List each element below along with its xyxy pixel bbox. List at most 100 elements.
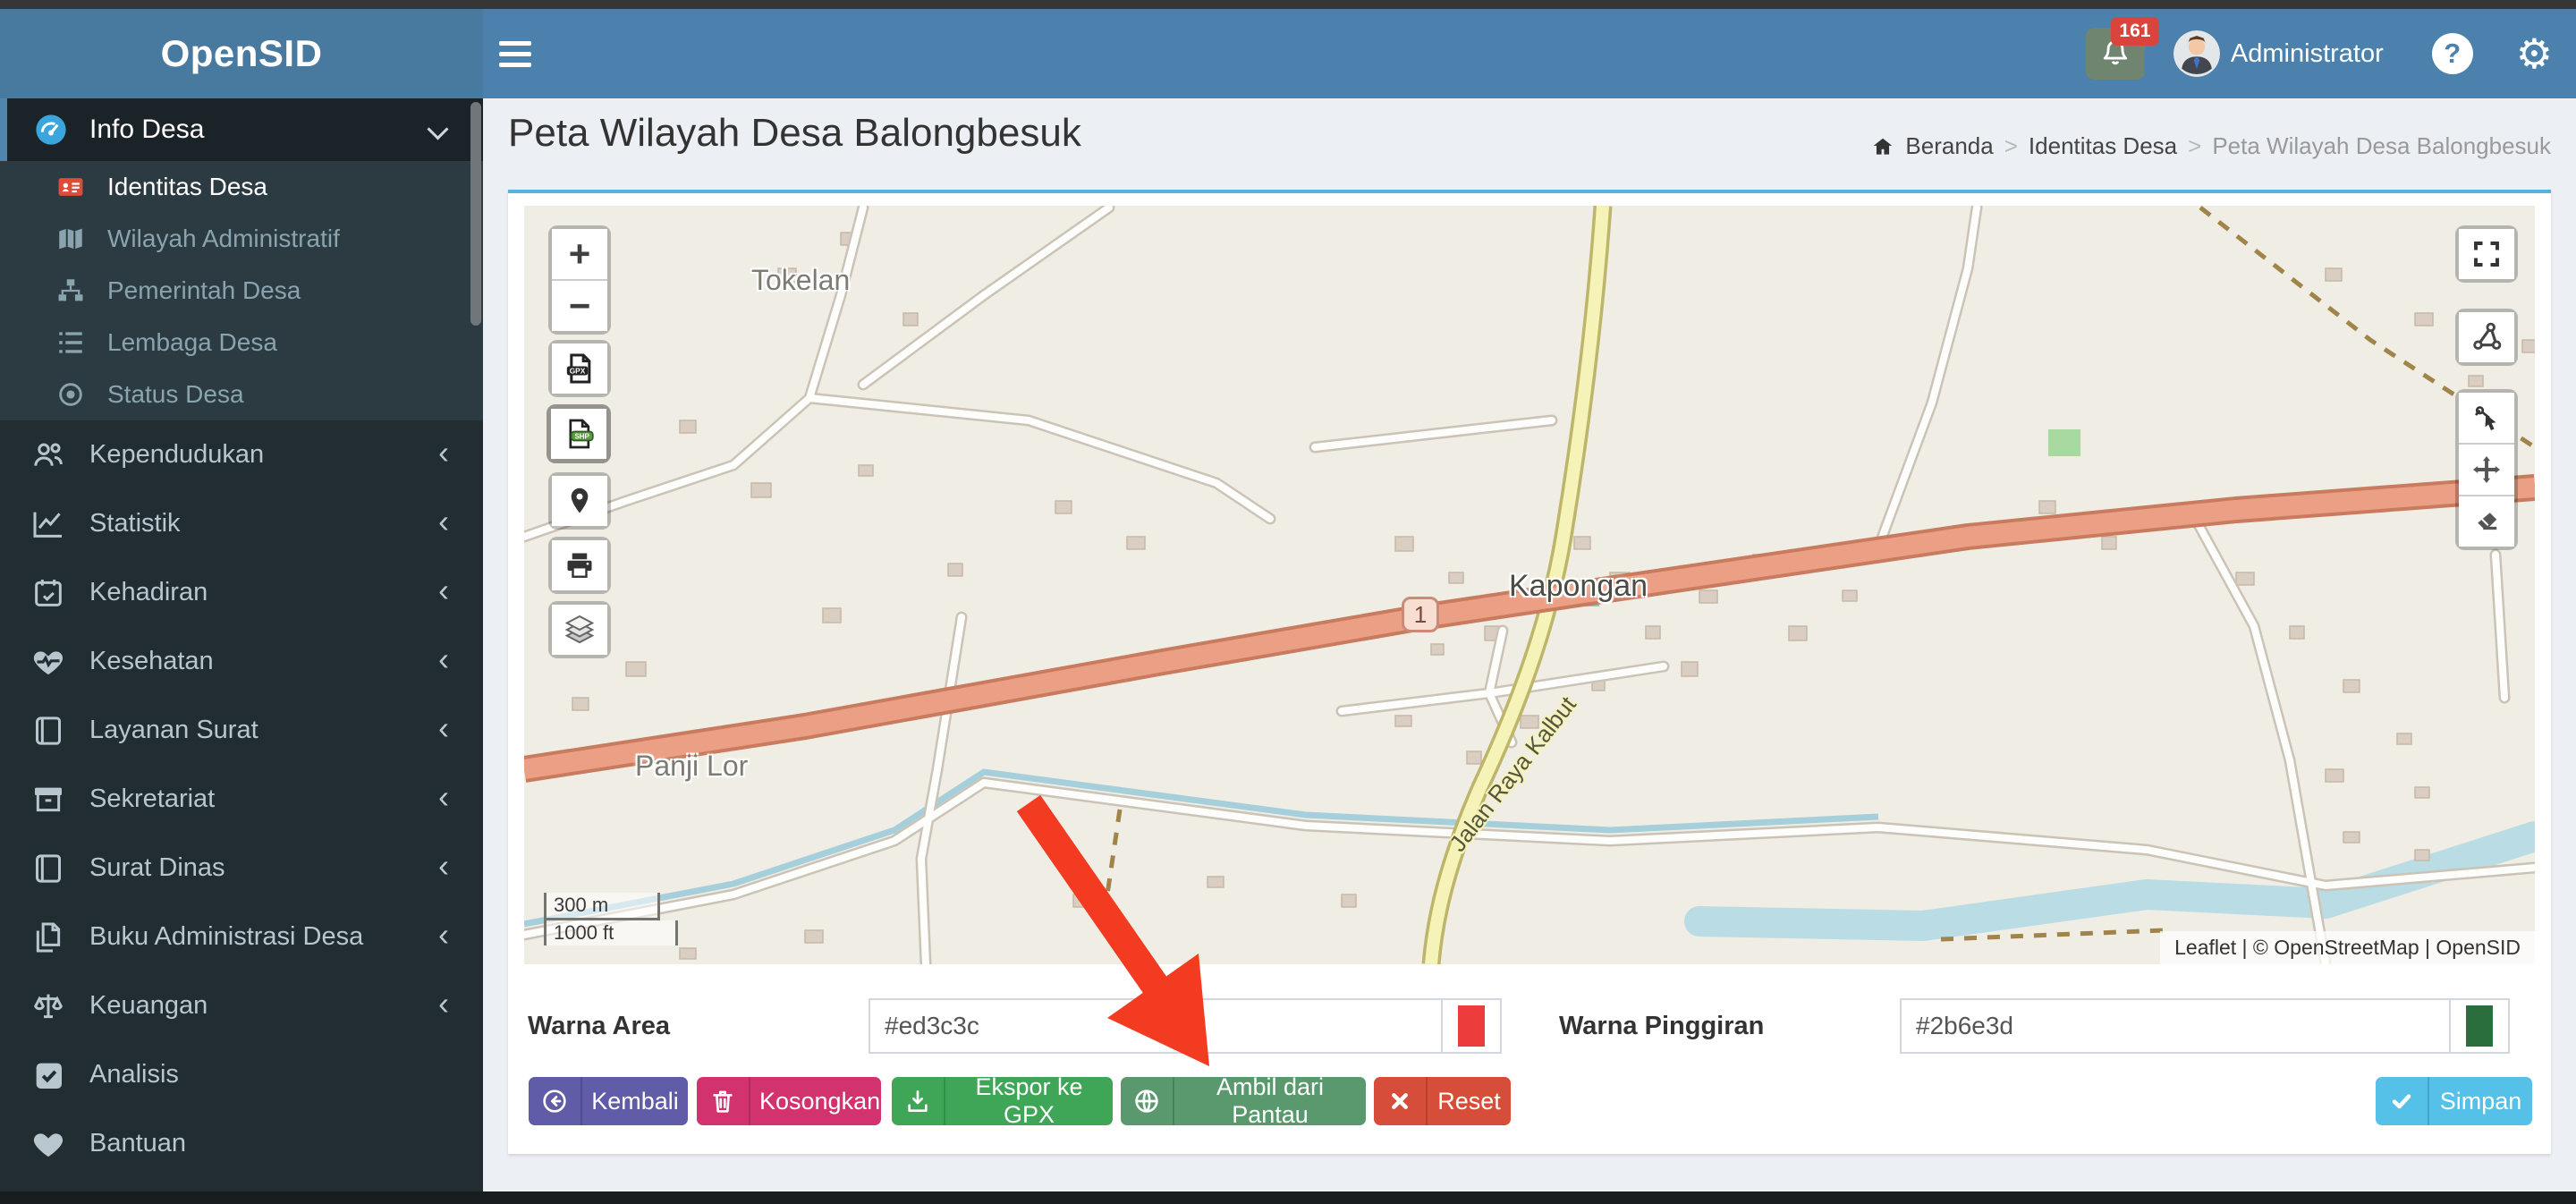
sidebar-item-layanan-surat[interactable]: Layanan Surat ‹ <box>0 696 483 765</box>
import-shp-button[interactable]: SHP <box>547 404 611 463</box>
fullscreen-button[interactable] <box>2455 225 2518 283</box>
chevron-left-icon: ‹ <box>438 916 449 953</box>
route-shield: 1 <box>1402 597 1439 632</box>
sidebar-item-lembaga-desa[interactable]: Lembaga Desa <box>0 317 483 369</box>
sitemap-icon <box>58 279 83 301</box>
edit-tools-control <box>2455 389 2518 550</box>
marker-icon <box>571 488 589 513</box>
trash-icon <box>697 1087 749 1115</box>
sidebar-item-surat-dinas[interactable]: Surat Dinas ‹ <box>0 834 483 903</box>
chevron-down-icon <box>427 118 449 140</box>
zoom-control: + − <box>548 225 611 335</box>
delete-feature-button[interactable] <box>2459 495 2514 547</box>
map-attribution: Leaflet | © OpenStreetMap | OpenSID <box>2160 931 2535 964</box>
print-button[interactable] <box>548 537 611 594</box>
window-top-strip <box>0 0 2576 9</box>
scales-icon <box>33 994 64 1018</box>
sidebar-item-keuangan[interactable]: Keuangan ‹ <box>0 971 483 1040</box>
reset-button[interactable]: Reset <box>1374 1077 1511 1125</box>
check-square-icon <box>36 1063 62 1089</box>
sidebar-item-analisis[interactable]: Analisis <box>0 1040 483 1109</box>
chevron-left-icon: ‹ <box>438 847 449 884</box>
hamburger-icon <box>499 40 531 46</box>
scale-imperial: 1000 ft <box>544 920 678 945</box>
breadcrumb-current: Peta Wilayah Desa Balongbesuk <box>2212 132 2551 159</box>
color-swatch-green <box>2466 1005 2493 1047</box>
sidebar-item-kehadiran[interactable]: Kehadiran ‹ <box>0 558 483 627</box>
simpan-button[interactable]: Simpan <box>2376 1077 2532 1125</box>
edit-vertices-button[interactable] <box>2459 393 2514 443</box>
heart-icon <box>33 1132 64 1157</box>
check-icon <box>2376 1087 2428 1115</box>
sidebar-toggle-button[interactable] <box>499 35 538 72</box>
zoom-out-button[interactable]: − <box>552 279 607 331</box>
breadcrumb-section[interactable]: Identitas Desa <box>2029 132 2177 160</box>
edit-vertices-icon <box>2474 406 2496 430</box>
user-menu[interactable]: Administrator <box>2231 39 2384 69</box>
draw-polygon-button[interactable] <box>2455 309 2518 366</box>
sidebar-item-sekretariat[interactable]: Sekretariat ‹ <box>0 765 483 834</box>
zoom-in-button[interactable]: + <box>552 229 607 279</box>
sidebar-item-kependudukan[interactable]: Kependudukan ‹ <box>0 420 483 489</box>
gear-icon[interactable]: ⚙ <box>2516 33 2553 74</box>
svg-text:GPX: GPX <box>570 367 586 376</box>
leaflet-map[interactable]: Tokelan Kapongan Panji Lor Jalan Raya Ka… <box>524 206 2535 964</box>
chevron-left-icon: ‹ <box>438 503 449 539</box>
download-icon <box>892 1087 944 1115</box>
move-feature-button[interactable] <box>2459 443 2514 495</box>
sidebar-item-wilayah-administratif[interactable]: Wilayah Administratif <box>0 213 483 265</box>
sidebar-item-pemerintah-desa[interactable]: Pemerintah Desa <box>0 265 483 317</box>
chevron-left-icon: ‹ <box>438 778 449 815</box>
sidebar-item-kesehatan[interactable]: Kesehatan ‹ <box>0 627 483 696</box>
archive-icon <box>35 787 62 811</box>
sidebar-group-info-desa[interactable]: Info Desa <box>0 98 483 161</box>
layers-icon <box>564 615 595 644</box>
page-title: Peta Wilayah Desa Balongbesuk <box>508 111 1081 155</box>
app-logo[interactable]: OpenSID <box>0 9 483 98</box>
window-bottom-strip <box>0 1191 2576 1204</box>
layers-button[interactable] <box>548 601 611 658</box>
sidebar: Info Desa Identitas Desa Wilayah Adminis… <box>0 98 483 1204</box>
sidebar-scrollbar[interactable] <box>470 102 481 326</box>
warna-area-label: Warna Area <box>528 1012 671 1040</box>
warna-area-input[interactable] <box>869 998 1441 1054</box>
gpx-file-icon: GPX <box>566 353 591 384</box>
avatar[interactable] <box>2173 30 2220 77</box>
ekspor-gpx-button[interactable]: Ekspor ke GPX <box>892 1073 1113 1128</box>
copy-icon <box>36 922 61 952</box>
breadcrumb-separator: > <box>2004 132 2018 159</box>
warna-area-swatch-addon[interactable] <box>1441 998 1502 1054</box>
warna-pinggiran-swatch-addon[interactable] <box>2449 998 2510 1054</box>
map-label-town: Kapongan <box>1509 569 1648 603</box>
breadcrumb: Beranda > Identitas Desa > Peta Wilayah … <box>1871 132 2551 160</box>
kembali-button[interactable]: Kembali <box>529 1077 688 1125</box>
sidebar-item-bantuan[interactable]: Bantuan <box>0 1109 483 1178</box>
ambil-dari-pantau-button[interactable]: Ambil dari Pantau <box>1121 1073 1366 1128</box>
sidebar-item-buku-administrasi-desa[interactable]: Buku Administrasi Desa ‹ <box>0 903 483 971</box>
user-avatar-image <box>2173 30 2220 77</box>
breadcrumb-home[interactable]: Beranda <box>1905 132 1993 160</box>
warna-pinggiran-group <box>1900 998 2510 1054</box>
kosongkan-button[interactable]: Kosongkan <box>697 1077 881 1125</box>
breadcrumb-separator: > <box>2188 132 2202 159</box>
warna-pinggiran-input[interactable] <box>1900 998 2449 1054</box>
map-label-town: Tokelan <box>751 264 851 296</box>
notifications-button[interactable]: 161 <box>2085 17 2159 80</box>
top-navbar: 161 Administrator ? ⚙ <box>483 9 2576 98</box>
chevron-left-icon: ‹ <box>438 709 449 746</box>
chevron-left-icon: ‹ <box>438 434 449 471</box>
help-icon[interactable]: ? <box>2431 33 2473 74</box>
import-gpx-button[interactable]: GPX <box>548 340 611 397</box>
chart-line-icon <box>33 512 62 538</box>
content-area: Peta Wilayah Desa Balongbesuk Beranda > … <box>483 98 2576 1191</box>
scale-metric: 300 m <box>544 893 660 920</box>
marker-button[interactable] <box>548 472 611 530</box>
sidebar-item-identitas-desa[interactable]: Identitas Desa <box>0 161 483 213</box>
sidebar-item-status-desa[interactable]: Status Desa <box>0 369 483 420</box>
sidebar-item-statistik[interactable]: Statistik ‹ <box>0 489 483 558</box>
warna-pinggiran-label: Warna Pinggiran <box>1559 1012 1765 1040</box>
users-icon <box>34 442 63 466</box>
polygon-icon <box>2473 322 2502 350</box>
navbar-right: 161 Administrator ? ⚙ <box>2085 9 2553 98</box>
gauge-icon <box>36 114 66 145</box>
